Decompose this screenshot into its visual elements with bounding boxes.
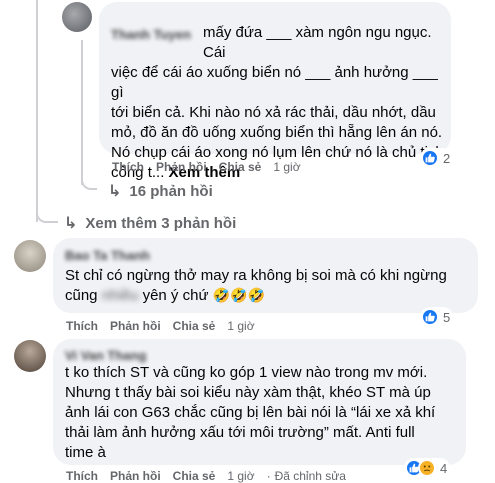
comment-line: Nhưng t thấy bài soi kiểu này xàm thật, … <box>65 384 431 401</box>
like-button[interactable]: Thích <box>66 319 98 333</box>
reply-arrow-icon: ↳ <box>108 183 122 200</box>
reply-button[interactable]: Phản hồi <box>110 319 161 333</box>
view-replies-link[interactable]: ↳ 16 phản hồi <box>108 181 213 201</box>
share-button[interactable]: Chia sẻ <box>173 319 216 333</box>
comment-actions: Thích Phản hồi Chia sẻ 1 giờ · Đã chỉnh … <box>66 469 358 483</box>
comment-time[interactable]: 1 giờ <box>273 160 300 174</box>
comment-line: t ko thích ST và cũng ko góp 1 view nào … <box>65 364 428 381</box>
reaction-count: 4 <box>440 460 448 476</box>
comment-line: mấy đứa ___ xàm ngôn ngu ngục. Cái <box>203 24 432 61</box>
avatar[interactable] <box>14 340 46 372</box>
comment-line: tới biển cả. Khi nào nó xả rác thải, dầu… <box>111 104 436 121</box>
comment-line: ảnh lái con G63 chắc cũng bị lên bài nói… <box>65 404 436 421</box>
like-icon <box>421 149 439 167</box>
comment-bubble: Bao Ta Thanh St chỉ có ngừng thở may ra … <box>53 238 478 313</box>
comment-actions: Thích Phản hồi Chia sẻ 1 giờ <box>66 319 267 333</box>
comment-line: St chỉ có ngừng thở may ra không bị soi … <box>65 267 447 284</box>
comment-line: việc để cái áo xuống biển nó ___ ảnh hưở… <box>111 64 438 101</box>
reaction-summary[interactable]: 2 <box>420 148 454 168</box>
comment-author[interactable]: Vi Van Thang <box>65 348 146 363</box>
comment-text: t ko thích ST và cũng ko góp 1 view nào … <box>65 363 465 463</box>
thread-line <box>36 0 38 222</box>
comment-line: time à <box>65 444 106 461</box>
see-more-replies-link[interactable]: ↳ Xem thêm 3 phản hồi <box>64 213 236 233</box>
avatar[interactable] <box>14 240 46 272</box>
comment-bubble: Vi Van Thang t ko thích ST và cũng ko gó… <box>53 339 466 465</box>
reaction-count: 5 <box>443 309 451 325</box>
laughing-emoji-icon: 🤣🤣🤣 <box>212 288 265 304</box>
separator-dot: · <box>266 469 271 483</box>
like-button[interactable]: Thích <box>66 469 98 483</box>
reply-button[interactable]: Phản hồi <box>110 469 161 483</box>
comment-line: cũng <box>65 287 98 304</box>
reply-arrow-icon: ↳ <box>64 215 78 232</box>
comment-line: thải làm ảnh hưởng xấu tới môi trường” m… <box>65 424 415 441</box>
like-icon <box>421 308 439 326</box>
reaction-summary[interactable]: 4 <box>404 458 451 478</box>
thread-curve <box>36 205 58 223</box>
see-more-replies-label: Xem thêm 3 phản hồi <box>85 214 237 232</box>
comment-line: yên ý chứ <box>142 287 209 304</box>
view-replies-label: 16 phản hồi <box>129 182 213 200</box>
comment-bubble: Thanh Tuyen mấy đứa ___ xàm ngôn ngu ngụ… <box>99 2 451 181</box>
comment-time[interactable]: 1 giờ <box>227 469 254 483</box>
share-button[interactable]: Chia sẻ <box>219 160 262 174</box>
reply-button[interactable]: Phản hồi <box>156 160 207 174</box>
comment-time[interactable]: 1 giờ <box>227 319 254 333</box>
edited-label[interactable]: Đã chỉnh sửa <box>275 469 346 483</box>
sad-reaction-icon <box>418 459 436 477</box>
comment-text: mấy đứa ___ xàm ngôn ngu ngục. Cái việc … <box>111 23 451 183</box>
thread-line-inner <box>81 40 83 185</box>
reaction-summary[interactable]: 5 <box>420 307 454 327</box>
comment-line-last: cũng nhiều yên ý chứ 🤣🤣🤣 <box>65 286 475 306</box>
comment-actions: Thích Phản hồi Chia sẻ 1 giờ <box>112 160 313 174</box>
avatar[interactable] <box>62 2 92 32</box>
share-button[interactable]: Chia sẻ <box>173 469 216 483</box>
comment-line: mỏ, đồ ăn đồ uống xuống biển thì hẵng lê… <box>111 124 443 141</box>
blurred-word: nhiều <box>97 287 143 304</box>
comment-text: St chỉ có ngừng thở may ra không bị soi … <box>65 266 475 306</box>
like-button[interactable]: Thích <box>112 160 144 174</box>
reaction-count: 2 <box>443 150 451 166</box>
comment-author[interactable]: Bao Ta Thanh <box>65 248 150 263</box>
thread-curve-inner <box>81 170 97 190</box>
